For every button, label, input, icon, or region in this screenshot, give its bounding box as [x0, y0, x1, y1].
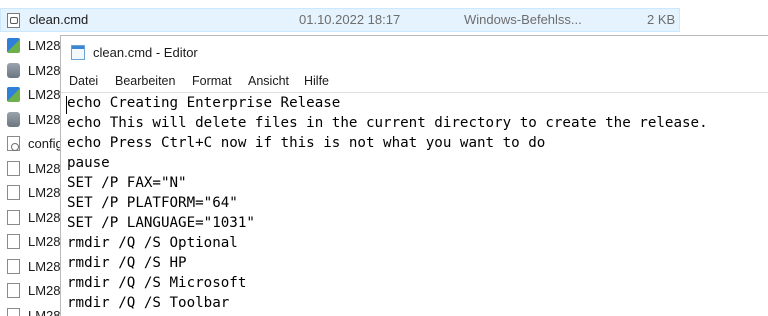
file-name: LM28: [28, 160, 61, 176]
title-bar[interactable]: clean.cmd - Editor: [61, 36, 768, 70]
list-item[interactable]: LM28: [0, 34, 61, 59]
blank-file-icon: [7, 185, 20, 200]
file-name: LM28: [28, 185, 61, 200]
blank-file-icon: [7, 283, 20, 298]
text-line: SET /P PLATFORM="64": [67, 195, 238, 211]
list-item[interactable]: LM28: [0, 304, 61, 316]
file-name: LM28: [28, 111, 61, 127]
menu-ansicht[interactable]: Ansicht: [248, 74, 289, 88]
text-line: rmdir /Q /S Toolbar: [67, 295, 230, 311]
text-line: rmdir /Q /S Microsoft: [67, 275, 247, 291]
text-editor-area[interactable]: echo Creating Enterprise Release echo Th…: [61, 92, 768, 316]
menu-format[interactable]: Format: [192, 74, 232, 88]
network-setup-icon: [7, 38, 20, 53]
blank-file-icon: [7, 307, 20, 316]
list-item[interactable]: LM28: [0, 181, 61, 206]
menu-hilfe[interactable]: Hilfe: [304, 74, 329, 88]
file-type: Windows-Befehlss...: [464, 12, 582, 27]
text-line: rmdir /Q /S HP: [67, 255, 187, 271]
installer-icon: [7, 62, 20, 78]
file-name: LM28: [28, 283, 61, 298]
network-setup-icon: [7, 87, 20, 102]
text-line: echo Creating Enterprise Release: [67, 95, 341, 111]
file-name: LM28: [28, 38, 61, 53]
text-line: rmdir /Q /S Optional: [67, 235, 238, 251]
file-name: LM28: [28, 62, 61, 78]
list-item[interactable]: LM28: [0, 230, 61, 255]
window-title: clean.cmd - Editor: [93, 45, 198, 60]
text-line: pause: [67, 155, 110, 171]
file-list: LM28 LM28 LM28 LM28 config LM28 LM28 LM2…: [0, 34, 63, 316]
text-line: echo Press Ctrl+C now if this is not wha…: [67, 135, 546, 151]
blank-file-icon: [7, 258, 20, 274]
menu-bar: Datei Bearbeiten Format Ansicht Hilfe: [61, 72, 768, 92]
text-line: SET /P FAX="N": [67, 175, 187, 191]
file-name: LM28: [28, 209, 61, 225]
blank-file-icon: [7, 209, 20, 225]
file-name: LM28: [28, 307, 61, 316]
file-size: 2 KB: [647, 12, 676, 27]
screen: clean.cmd 01.10.2022 18:17 Windows-Befeh…: [0, 0, 768, 316]
list-item[interactable]: LM28: [0, 157, 61, 182]
menu-datei[interactable]: Datei: [69, 74, 98, 88]
notepad-icon: [71, 45, 85, 60]
text-line: SET /P LANGUAGE="1031": [67, 215, 255, 231]
list-item[interactable]: LM28: [0, 279, 61, 304]
file-name: LM28: [28, 87, 61, 102]
menu-bearbeiten[interactable]: Bearbeiten: [115, 74, 175, 88]
list-item[interactable]: LM28: [0, 255, 61, 280]
file-date: 01.10.2022 18:17: [299, 12, 401, 27]
file-name: config: [28, 136, 63, 151]
blank-file-icon: [7, 234, 20, 249]
file-name: clean.cmd: [29, 12, 89, 27]
list-item[interactable]: LM28: [0, 59, 61, 84]
blank-file-icon: [7, 160, 20, 176]
list-item[interactable]: LM28: [0, 206, 61, 231]
file-name: LM28: [28, 258, 61, 274]
installer-icon: [7, 111, 20, 127]
list-item[interactable]: config: [0, 132, 63, 157]
text-line: echo This will delete files in the curre…: [67, 115, 708, 131]
cmd-file-icon: [7, 13, 20, 28]
selected-file-row[interactable]: clean.cmd 01.10.2022 18:17 Windows-Befeh…: [0, 8, 680, 32]
config-file-icon: [7, 136, 20, 151]
list-item[interactable]: LM28: [0, 108, 61, 133]
file-name: LM28: [28, 234, 61, 249]
notepad-window[interactable]: clean.cmd - Editor Datei Bearbeiten Form…: [60, 35, 768, 316]
list-item[interactable]: LM28: [0, 83, 61, 108]
